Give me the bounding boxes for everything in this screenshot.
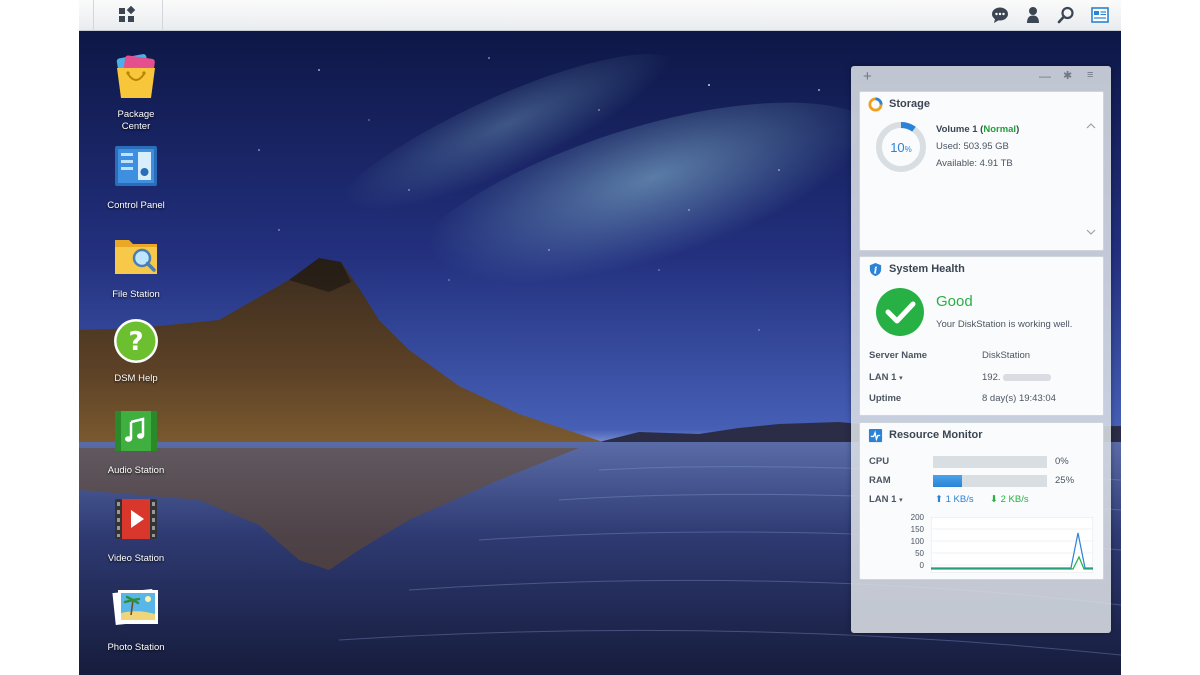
caret-down-icon: ▾ [899, 497, 903, 504]
ram-label: RAM [869, 475, 891, 486]
widgets-icon[interactable] [1091, 6, 1109, 24]
lan-monitor-select[interactable]: LAN 1 ▾ [869, 494, 903, 505]
resource-monitor-widget: Resource Monitor CPU 0% RAM 25% LAN 1 ▾ … [859, 422, 1104, 580]
desktop-icon-label: File Station [112, 289, 160, 300]
health-status: Good [936, 293, 973, 310]
server-name-label: Server Name [869, 350, 928, 361]
desktop-icon-audio-station[interactable]: Audio Station [93, 408, 179, 477]
desktop-icon-video-station[interactable]: Video Station [93, 496, 179, 565]
storage-widget: Storage 10% Volume 1 (Normal) Used: 503.… [859, 91, 1104, 251]
control-panel-icon [115, 146, 157, 186]
desktop-icon-label: Audio Station [107, 465, 165, 476]
lan-monitor-label: LAN 1 [869, 494, 897, 505]
desktop-icon-label: Control Panel [107, 200, 165, 211]
lan-label: LAN 1 [869, 372, 897, 383]
desktop-icon-package-center[interactable]: Package Center [93, 52, 179, 133]
pin-widgets-button[interactable]: ✱ [1063, 69, 1072, 82]
desktop-icon-label: DSM Help [114, 373, 158, 384]
volume-paren: ) [1016, 124, 1020, 135]
check-icon [876, 288, 924, 336]
arrow-down-icon: ⬇ [990, 494, 998, 505]
chevron-up-icon[interactable] [1086, 122, 1096, 130]
main-menu-button[interactable] [93, 0, 163, 30]
widget-panel-header: + — ✱ ≡ [851, 66, 1111, 88]
server-name-value: DiskStation [982, 350, 1031, 361]
desktop-icon-label: Photo Station [107, 642, 165, 653]
lan-ip-value: 192. [982, 372, 1051, 383]
cpu-value: 0% [1055, 456, 1069, 467]
lan-select[interactable]: LAN 1 ▾ [869, 372, 903, 383]
resource-monitor-icon [868, 428, 883, 443]
svg-text:i: i [874, 265, 878, 276]
video-station-icon [115, 499, 157, 539]
add-widget-button[interactable]: + [863, 68, 872, 85]
notification-icon[interactable] [991, 6, 1009, 24]
dsm-help-icon: ? [114, 319, 158, 363]
audio-station-icon [115, 411, 157, 451]
package-center-icon [116, 54, 155, 98]
widget-panel: + — ✱ ≡ Storage 10% Volume 1 (Normal) Us… [851, 66, 1111, 633]
desktop-icon-dsm-help[interactable]: ? DSM Help [93, 316, 179, 385]
ram-value: 25% [1055, 475, 1075, 486]
storage-percent-unit: % [904, 145, 912, 154]
y-tick: 100 [910, 537, 924, 546]
volume-used: Used: 503.95 GB [936, 141, 1009, 152]
y-tick: 200 [910, 513, 924, 522]
download-value: 2 KB/s [1000, 494, 1029, 505]
volume-available: Available: 4.91 TB [936, 158, 1013, 169]
volume-status: Normal [983, 124, 1017, 135]
arrow-up-icon: ⬆ [935, 494, 943, 505]
health-message: Your DiskStation is working well. [936, 319, 1073, 330]
storage-title: Storage [889, 98, 930, 110]
user-icon[interactable] [1024, 6, 1042, 24]
ram-bar-fill [933, 475, 962, 487]
desktop-icon-control-panel[interactable]: Control Panel [93, 143, 179, 212]
storage-icon [868, 97, 883, 112]
system-health-widget: i System Health Good Your DiskStation is… [859, 256, 1104, 416]
file-station-icon [115, 240, 157, 274]
storage-percent-value: 10 [890, 140, 905, 155]
cpu-bar [933, 456, 1047, 468]
main-menu-icon [119, 6, 136, 22]
upload-value: 1 KB/s [945, 494, 974, 505]
ip-redacted [1002, 373, 1051, 381]
network-chart [931, 517, 1093, 573]
widget-menu-button[interactable]: ≡ [1087, 69, 1093, 81]
resource-monitor-title: Resource Monitor [889, 429, 983, 441]
upload-rate: ⬆ 1 KB/s [935, 494, 974, 505]
uptime-label: Uptime [869, 393, 902, 404]
y-tick: 50 [915, 549, 924, 558]
chevron-down-icon[interactable] [1086, 228, 1096, 236]
y-tick: 150 [910, 525, 924, 534]
desktop-icon-label: Video Station [107, 553, 165, 564]
taskbar [79, 0, 1121, 31]
desktop-icon-label: Package Center [117, 109, 155, 132]
uptime-value: 8 day(s) 19:43:04 [982, 393, 1056, 404]
cpu-label: CPU [869, 456, 890, 467]
search-icon[interactable] [1057, 6, 1075, 24]
volume-name: Volume 1 (Normal) [936, 124, 1019, 135]
system-health-title: System Health [889, 263, 965, 275]
caret-down-icon: ▾ [899, 375, 903, 382]
download-rate: ⬇ 2 KB/s [990, 494, 1029, 505]
svg-text:?: ? [128, 327, 143, 357]
y-tick: 0 [919, 561, 924, 570]
info-shield-icon: i [869, 262, 882, 276]
desktop-icon-photo-station[interactable]: Photo Station [93, 585, 179, 654]
volume-label: Volume 1 ( [936, 124, 984, 135]
desktop-icon-file-station[interactable]: File Station [93, 232, 179, 301]
storage-percent: 10% [874, 139, 928, 157]
minimize-widgets-button[interactable]: — [1039, 69, 1051, 83]
lan-ip-prefix: 192. [982, 372, 1001, 383]
photo-station-icon [112, 588, 158, 626]
desktop: Package Center Control Panel File Statio… [79, 0, 1121, 675]
ram-bar [933, 475, 1047, 487]
